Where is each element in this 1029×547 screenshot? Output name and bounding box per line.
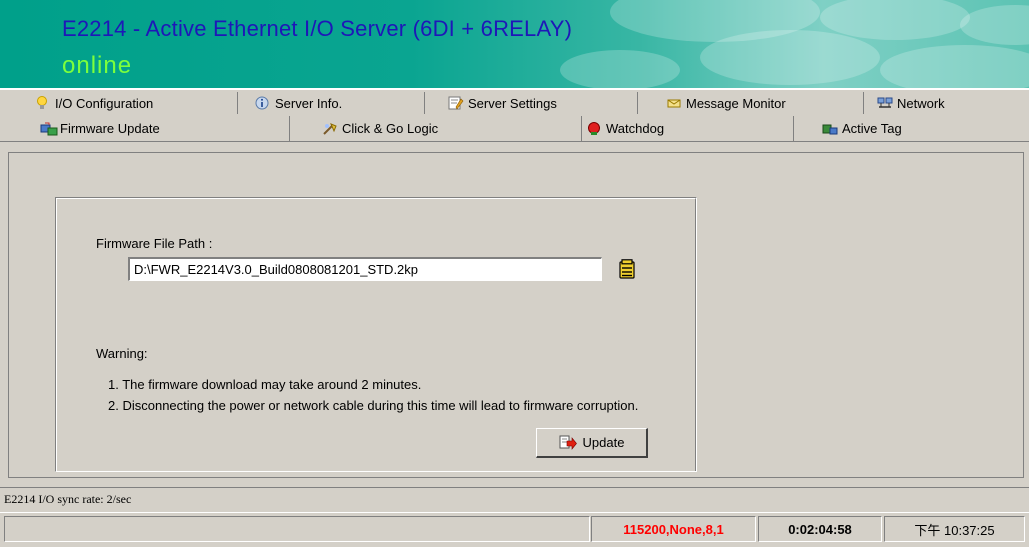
tab-server-info[interactable]: Server Info. bbox=[255, 92, 425, 114]
firmware-path-label: Firmware File Path : bbox=[96, 236, 213, 251]
logic-icon bbox=[322, 122, 338, 136]
clock-panel: 下午 10:37:25 bbox=[884, 516, 1025, 542]
update-button[interactable]: Update bbox=[536, 428, 648, 458]
comm-settings-panel: 115200,None,8,1 bbox=[591, 516, 756, 542]
tab-label: Active Tag bbox=[842, 121, 902, 136]
tab-label: Click & Go Logic bbox=[342, 121, 439, 136]
elapsed-time-panel: 0:02:04:58 bbox=[758, 516, 882, 542]
tab-message-monitor[interactable]: Message Monitor bbox=[660, 92, 864, 114]
clock-text: 下午 10:37:25 bbox=[914, 522, 995, 538]
info-icon bbox=[255, 96, 271, 110]
status-divider bbox=[0, 487, 1029, 488]
browse-file-icon[interactable] bbox=[619, 259, 635, 279]
warning-line: 2. Disconnecting the power or network ca… bbox=[108, 398, 639, 413]
warning-line: 1. The firmware download may take around… bbox=[108, 377, 422, 392]
device-title: E2214 - Active Ethernet I/O Server (6DI … bbox=[62, 16, 573, 41]
tag-icon bbox=[822, 122, 838, 136]
header-banner: E2214 - Active Ethernet I/O Server (6DI … bbox=[0, 0, 1029, 88]
warning-title: Warning: bbox=[96, 346, 148, 361]
tab-label: Message Monitor bbox=[686, 95, 786, 111]
elapsed-time-text: 0:02:04:58 bbox=[788, 521, 852, 537]
lightbulb-icon bbox=[35, 96, 51, 110]
update-arrow-icon bbox=[559, 435, 577, 451]
tab-label: I/O Configuration bbox=[55, 95, 154, 111]
status-panel-empty bbox=[4, 516, 590, 542]
sync-rate-text: E2214 I/O sync rate: 2/sec bbox=[4, 492, 132, 506]
firmware-icon bbox=[40, 122, 58, 136]
update-button-label: Update bbox=[582, 435, 625, 450]
tab-click-go-logic[interactable]: Click & Go Logic bbox=[290, 116, 582, 141]
tab-label: Firmware Update bbox=[60, 121, 160, 136]
firmware-path-input[interactable] bbox=[128, 257, 602, 281]
tab-label: Network bbox=[897, 95, 945, 111]
tab-firmware-update[interactable]: Firmware Update bbox=[0, 116, 290, 141]
comm-settings-text: 115200,None,8,1 bbox=[623, 521, 724, 537]
tab-server-settings[interactable]: Server Settings bbox=[448, 92, 638, 114]
tab-label: Server Settings bbox=[468, 95, 557, 111]
message-icon bbox=[666, 96, 682, 110]
tab-label: Watchdog bbox=[606, 121, 665, 136]
network-icon bbox=[877, 96, 893, 110]
tab-watchdog[interactable]: Watchdog bbox=[582, 116, 794, 141]
banner-divider bbox=[0, 88, 1029, 90]
tab-network[interactable]: Network bbox=[877, 92, 1029, 114]
tab-row-2: Firmware Update Click & Go Logic Watchdo… bbox=[0, 116, 1029, 142]
tab-row-1: I/O Configuration Server Info. Server Se… bbox=[0, 92, 1029, 114]
tab-label: Server Info. bbox=[275, 95, 343, 111]
settings-doc-icon bbox=[448, 96, 464, 110]
tab-active-tag[interactable]: Active Tag bbox=[794, 116, 1029, 141]
connection-status: online bbox=[62, 52, 133, 79]
tab-io-configuration[interactable]: I/O Configuration bbox=[35, 92, 238, 114]
watchdog-icon bbox=[586, 121, 602, 136]
